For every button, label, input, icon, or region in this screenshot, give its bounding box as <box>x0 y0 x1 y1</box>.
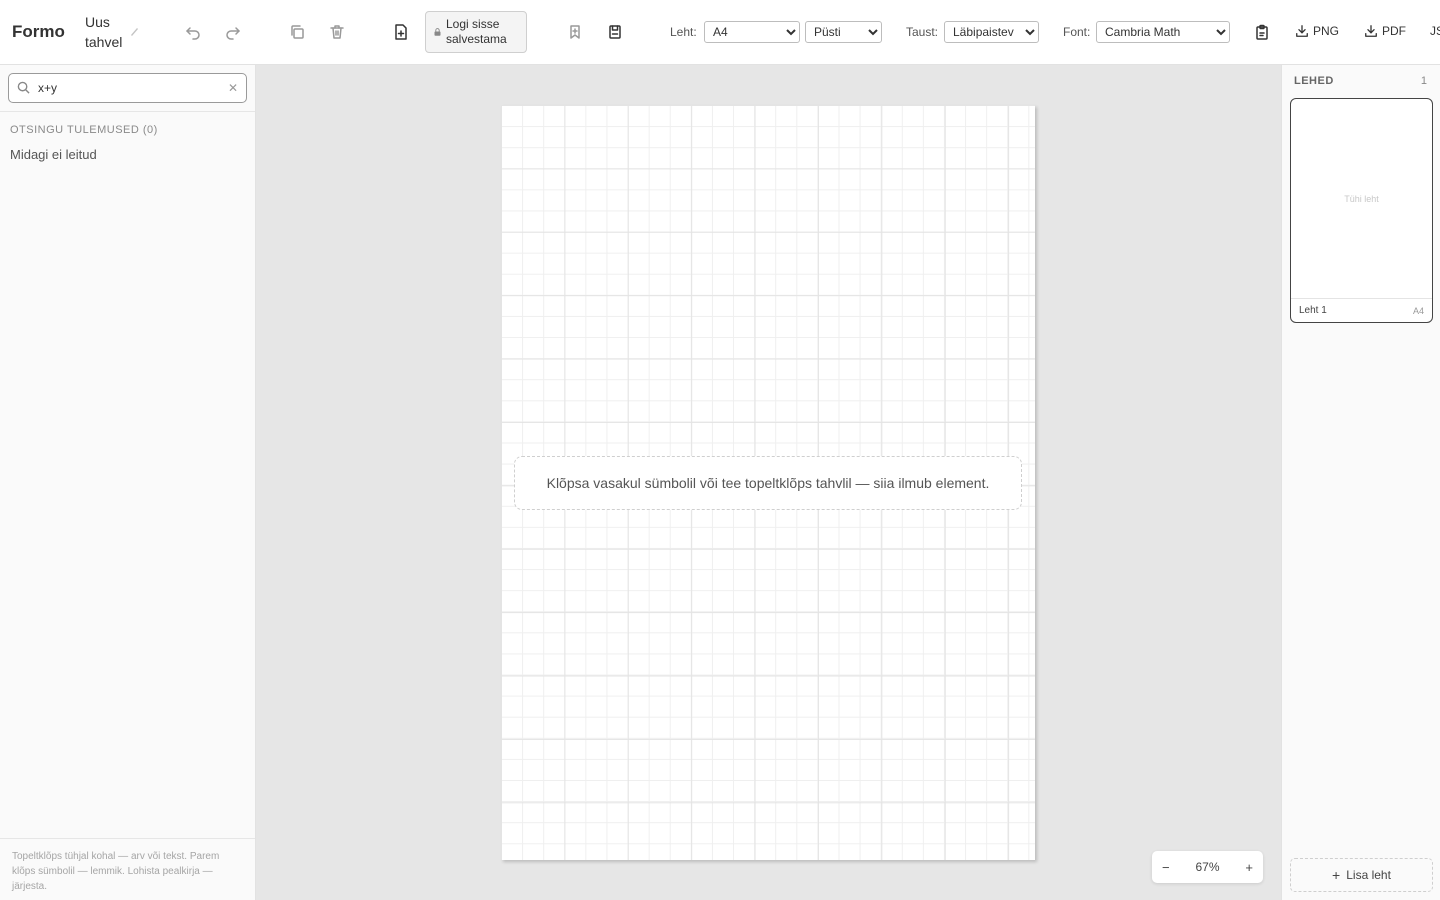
new-file-icon[interactable] <box>389 20 413 44</box>
page-thumbnail[interactable]: Tühi leht Leht 1 A4 <box>1290 98 1433 323</box>
search-results-heading: OTSINGU TULEMUSED (0) <box>10 124 158 136</box>
page-empty-label: Tühi leht <box>1344 194 1379 204</box>
pages-count: 1 <box>1420 75 1427 87</box>
page-size: A4 <box>1412 305 1424 316</box>
app-logo: Formo <box>12 22 65 41</box>
clear-search-icon[interactable]: ✕ <box>224 81 242 95</box>
page-thumbnail-footer: Leht 1 A4 <box>1291 298 1432 322</box>
zoom-out-button[interactable]: − <box>1162 860 1170 875</box>
background-label: Taust: <box>906 25 939 39</box>
export-png-label: PNG <box>1313 24 1340 38</box>
zoom-in-button[interactable]: + <box>1245 860 1253 875</box>
divider <box>0 111 255 112</box>
zoom-level: 67% <box>1195 860 1220 874</box>
toolbar: Formo Uus tahvel Logi sisse salvestama L… <box>0 0 1440 65</box>
board-title[interactable]: Uus tahvel <box>85 12 125 52</box>
search-input[interactable] <box>31 81 224 95</box>
redo-icon[interactable] <box>221 20 245 44</box>
trash-icon[interactable] <box>325 20 349 44</box>
save-icon[interactable] <box>603 20 627 44</box>
lock-icon <box>434 28 441 36</box>
download-icon <box>1296 25 1308 37</box>
font-select[interactable]: Cambria Math <box>1096 21 1230 43</box>
sheet-size-select[interactable]: A4 <box>704 21 800 43</box>
bookmark-icon[interactable] <box>563 20 587 44</box>
pencil-icon[interactable] <box>128 24 140 38</box>
export-pdf-label: PDF <box>1382 24 1406 38</box>
zoom-control: − 67% + <box>1152 851 1263 883</box>
no-results-message: Midagi ei leitud <box>10 147 97 162</box>
export-pdf-button[interactable]: PDF <box>1364 24 1406 38</box>
search-box[interactable]: ✕ <box>8 73 247 103</box>
canvas-area[interactable]: Klõpsa vasakul sümbolil või tee topeltkl… <box>256 65 1281 900</box>
export-png-button[interactable]: PNG <box>1295 24 1339 38</box>
login-to-save-button[interactable]: Logi sisse salvestama <box>425 11 527 53</box>
download-icon <box>1365 25 1377 37</box>
font-label: Font: <box>1063 25 1091 39</box>
sheet-label: Leht: <box>670 25 697 39</box>
page-name: Leht 1 <box>1299 305 1327 316</box>
plus-icon: + <box>1332 867 1341 883</box>
orientation-select[interactable]: Püsti <box>805 21 882 43</box>
clipboard-icon[interactable] <box>1250 20 1274 44</box>
export-js-button[interactable]: JS <box>1430 24 1440 38</box>
pages-panel: LEHED 1 Tühi leht Leht 1 A4 + Lisa leht <box>1281 65 1440 900</box>
undo-icon[interactable] <box>181 20 205 44</box>
copy-icon[interactable] <box>285 20 309 44</box>
placeholder-hint-text: Klõpsa vasakul sümbolil või tee topeltkl… <box>546 475 990 491</box>
placeholder-hint: Klõpsa vasakul sümbolil või tee topeltkl… <box>514 456 1022 510</box>
add-page-label: Lisa leht <box>1346 868 1391 882</box>
sidebar-footer-hint: Topeltklõps tühjal kohal — arv või tekst… <box>0 838 255 900</box>
add-page-button[interactable]: + Lisa leht <box>1290 858 1433 892</box>
symbol-sidebar: ✕ OTSINGU TULEMUSED (0) Midagi ei leitud… <box>0 65 256 900</box>
search-icon <box>17 81 31 95</box>
login-to-save-label: Logi sisse salvestama <box>446 17 507 46</box>
pages-heading: LEHED <box>1294 75 1334 87</box>
paper-sheet[interactable]: Klõpsa vasakul sümbolil või tee topeltkl… <box>501 105 1035 860</box>
background-select[interactable]: Läbipaistev <box>944 21 1039 43</box>
